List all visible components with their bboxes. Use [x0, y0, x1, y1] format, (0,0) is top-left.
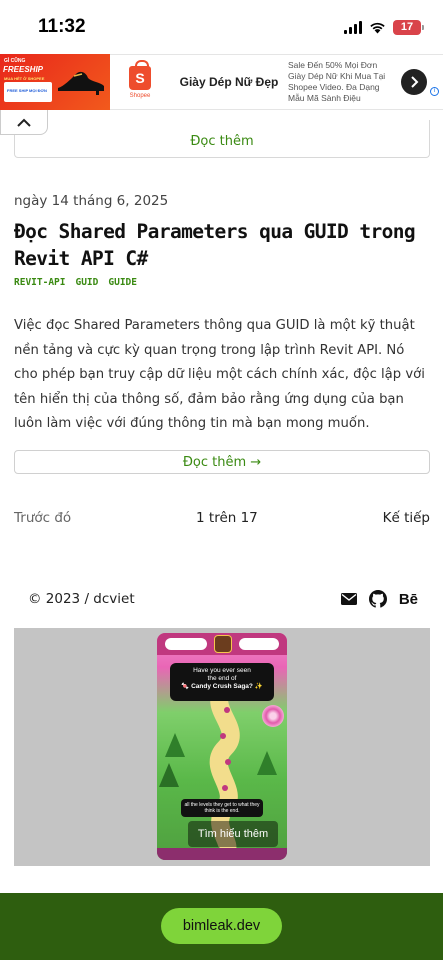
footer-copyright: © 2023 / dcviet: [28, 591, 135, 607]
status-time: 11:32: [38, 16, 86, 37]
tree-image: [159, 763, 179, 787]
bubble-line-3: 🍬 Candy Crush Saga? ✨: [181, 683, 263, 690]
promo-box: FREE SHIP MỌI ĐƠN: [4, 82, 52, 102]
ad-banner[interactable]: GÌ CŨNG FREESHIP MUA HÉT Ở SHOPEE FREE S…: [0, 54, 443, 110]
status-icons: 17: [344, 19, 424, 35]
tag-link[interactable]: GUIDE: [108, 277, 137, 288]
post-date: ngày 14 tháng 6, 2025: [14, 193, 169, 209]
game-hud: [157, 633, 287, 655]
ad-promo-image[interactable]: GÌ CŨNG FREESHIP MUA HÉT Ở SHOPEE FREE S…: [0, 54, 110, 110]
prev-read-more-label: Đọc thêm: [190, 134, 254, 149]
mail-icon[interactable]: [340, 593, 357, 605]
game-ad[interactable]: Have you ever seen the end of 🍬 Candy Cr…: [14, 628, 430, 866]
ad-caption: all the levels they get to what they thi…: [181, 799, 263, 817]
footer: © 2023 / dcviet Bē: [28, 590, 418, 608]
lollipop-image: [262, 705, 284, 727]
tag-link[interactable]: REVIT-API: [14, 277, 65, 288]
promo-main-text: FREESHIP: [3, 65, 44, 74]
pagination-next[interactable]: Kế tiếp: [383, 510, 430, 526]
ad-headline[interactable]: Giày Dép Nữ Đẹp: [170, 75, 288, 89]
signal-icon: [344, 20, 362, 34]
github-icon[interactable]: [368, 590, 387, 608]
pagination: Trước đó 1 trên 17 Kế tiếp: [14, 510, 430, 526]
wifi-icon: [370, 22, 385, 33]
tree-image: [257, 751, 277, 775]
ad-speech-bubble: Have you ever seen the end of 🍬 Candy Cr…: [170, 663, 274, 701]
behance-icon[interactable]: Bē: [399, 591, 418, 608]
game-bottom-bar: [157, 848, 287, 860]
ad-collapse-button[interactable]: [0, 110, 48, 135]
pagination-prev[interactable]: Trước đó: [14, 510, 71, 526]
read-more-button[interactable]: Đọc thêm →: [14, 450, 430, 474]
chevron-right-icon: [411, 76, 419, 88]
promo-left-text: FREE SHIP: [7, 88, 29, 93]
post-title[interactable]: Đọc Shared Parameters qua GUID trong Rev…: [14, 218, 424, 272]
shopee-bag-icon: S: [129, 59, 151, 90]
tree-image: [165, 733, 185, 757]
shoe-image: [58, 71, 104, 95]
prev-read-more-button[interactable]: Đọc thêm: [14, 120, 430, 158]
url-bar[interactable]: bimleak.dev: [161, 908, 282, 944]
pagination-current: 1 trên 17: [196, 510, 258, 526]
bubble-line-2: the end of: [207, 675, 237, 682]
promo-right-text: MỌI ĐƠN: [29, 88, 47, 93]
game-ad-video[interactable]: Have you ever seen the end of 🍬 Candy Cr…: [157, 633, 287, 860]
footer-social-icons: Bē: [340, 590, 418, 608]
ad-info-icon[interactable]: i: [430, 87, 439, 96]
ad-description[interactable]: Sale Đến 50% Mọi Đơn Giày Dép Nữ Khi Mua…: [288, 60, 393, 104]
bubble-line-1: Have you ever seen: [193, 667, 251, 674]
battery-indicator: 17: [393, 19, 424, 35]
post-excerpt: Việc đọc Shared Parameters thông qua GUI…: [14, 318, 425, 431]
game-avatar: [214, 635, 232, 653]
chevron-up-icon: [17, 118, 31, 127]
shopee-logo[interactable]: S Shopee: [110, 54, 170, 110]
shopee-label: Shopee: [129, 92, 151, 99]
post-tags: REVIT-API GUID GUIDE: [14, 277, 137, 288]
learn-more-button[interactable]: Tìm hiểu thêm: [188, 821, 278, 847]
promo-top-text: GÌ CŨNG: [4, 58, 26, 64]
promo-sub-text: MUA HÉT Ở SHOPEE: [4, 76, 45, 81]
status-bar: 11:32 17: [0, 0, 443, 54]
ad-go-button[interactable]: [401, 69, 427, 95]
tag-link[interactable]: GUID: [75, 277, 98, 288]
